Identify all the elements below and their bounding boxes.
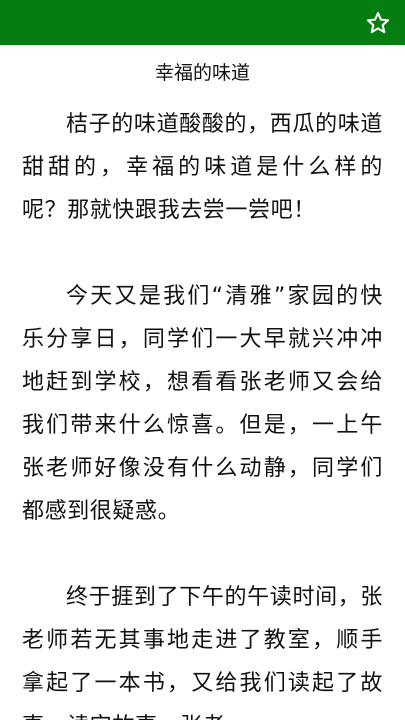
star-outline-icon bbox=[366, 12, 390, 34]
article-content[interactable]: 幸福的味道 桔子的味道酸酸的，西瓜的味道甜甜的，幸福的味道是什么样的呢？那就快跟… bbox=[0, 45, 405, 720]
article-paragraph: 今天又是我们“清雅”家园的快乐分享日，同学们一大早就兴冲冲地赶到学校，想看看张老… bbox=[22, 284, 383, 524]
reader-screen: 幸福的味道 桔子的味道酸酸的，西瓜的味道甜甜的，幸福的味道是什么样的呢？那就快跟… bbox=[0, 0, 405, 720]
top-app-bar bbox=[0, 0, 405, 45]
article-body: 桔子的味道酸酸的，西瓜的味道甜甜的，幸福的味道是什么样的呢？那就快跟我去尝一尝吧… bbox=[0, 103, 405, 720]
article-paragraph: 终于捱到了下午的午读时间，张老师若无其事地走进了教室，顺手拿起了一本书，又给我们… bbox=[22, 585, 383, 720]
article-title: 幸福的味道 bbox=[154, 62, 250, 84]
favorite-button[interactable] bbox=[363, 8, 393, 38]
article-paragraph: 桔子的味道酸酸的，西瓜的味道甜甜的，幸福的味道是什么样的呢？那就快跟我去尝一尝吧… bbox=[22, 112, 383, 223]
